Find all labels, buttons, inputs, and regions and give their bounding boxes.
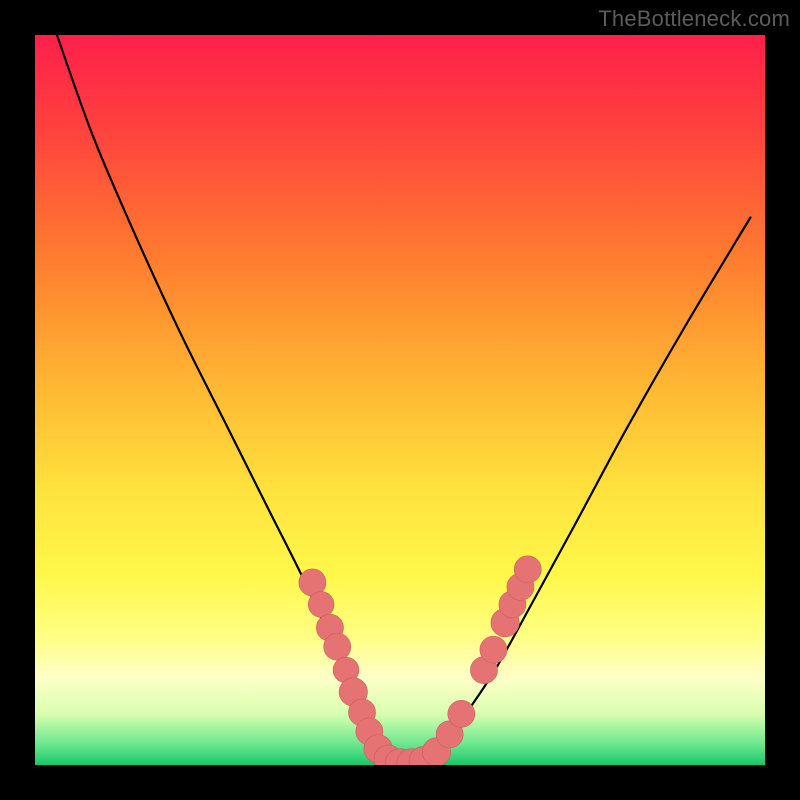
chart-stage: TheBottleneck.com bbox=[0, 0, 800, 800]
curve-layer bbox=[35, 35, 765, 765]
bottleneck-curve bbox=[57, 35, 751, 765]
curve-markers bbox=[299, 556, 541, 765]
curve-marker bbox=[324, 633, 351, 660]
curve-marker bbox=[514, 556, 541, 583]
curve-marker bbox=[480, 636, 507, 663]
curve-marker bbox=[448, 700, 475, 727]
watermark-text: TheBottleneck.com bbox=[598, 6, 790, 32]
plot-area bbox=[35, 35, 765, 765]
curve-marker bbox=[308, 592, 334, 618]
